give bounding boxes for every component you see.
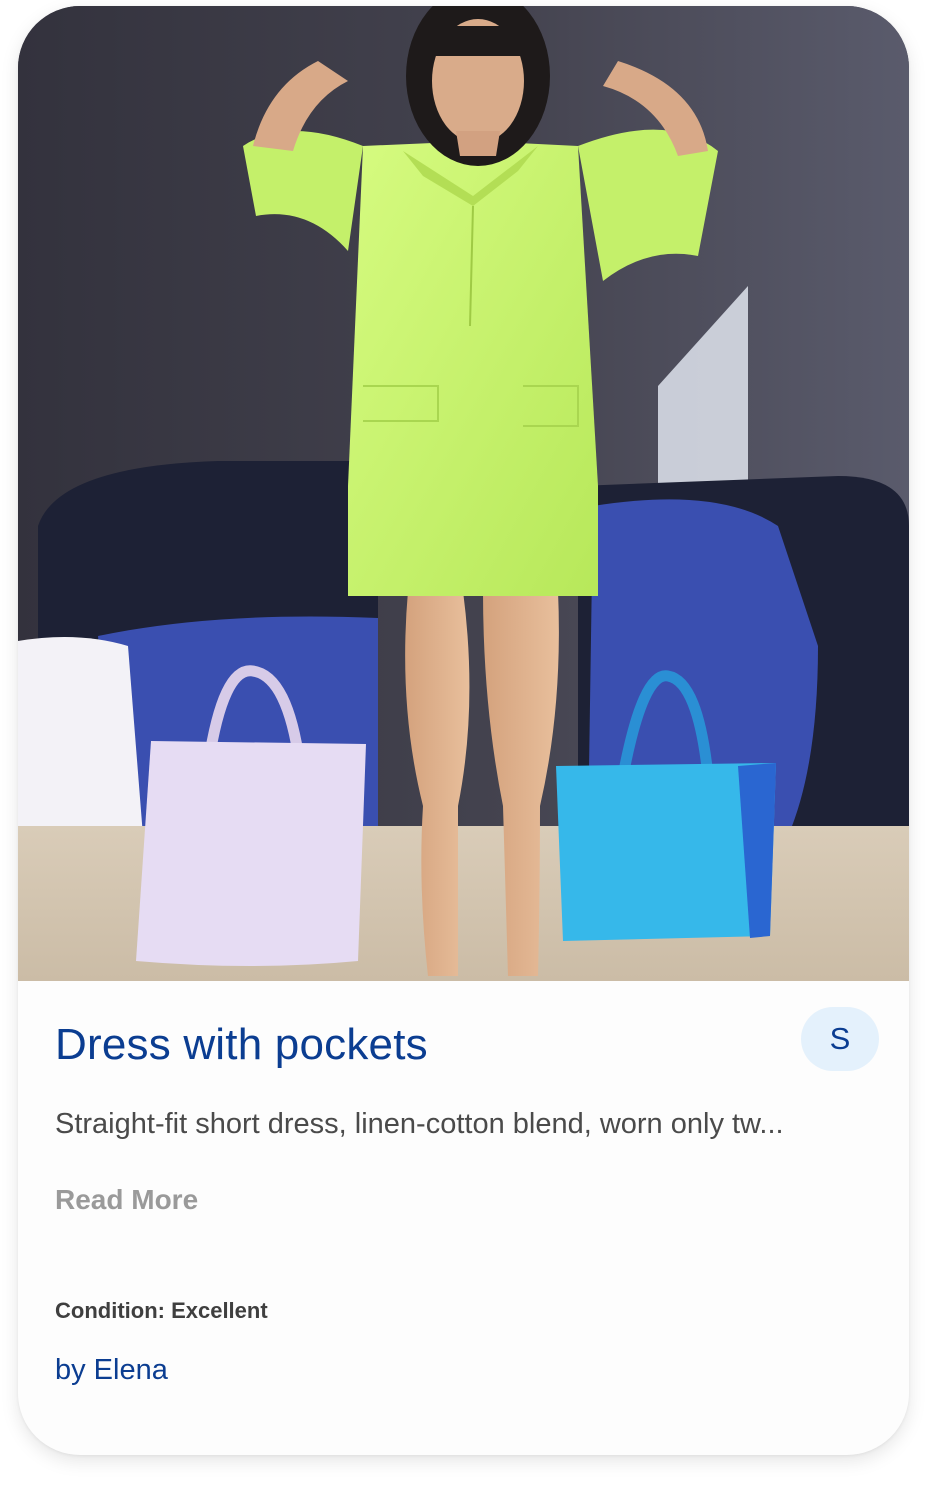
product-card[interactable]: Dress with pockets S Straight-fit short …: [18, 6, 909, 1455]
read-more-button[interactable]: Read More: [55, 1184, 198, 1216]
product-description: Straight-fit short dress, linen-cotton b…: [55, 1108, 784, 1140]
avatar-initial: S: [829, 1021, 851, 1056]
author-link[interactable]: by Elena: [55, 1354, 168, 1387]
seller-avatar[interactable]: S: [801, 1007, 879, 1071]
condition-label: Condition: Excellent: [55, 1298, 268, 1323]
product-photo[interactable]: [18, 6, 909, 981]
product-title[interactable]: Dress with pockets: [55, 1020, 428, 1070]
